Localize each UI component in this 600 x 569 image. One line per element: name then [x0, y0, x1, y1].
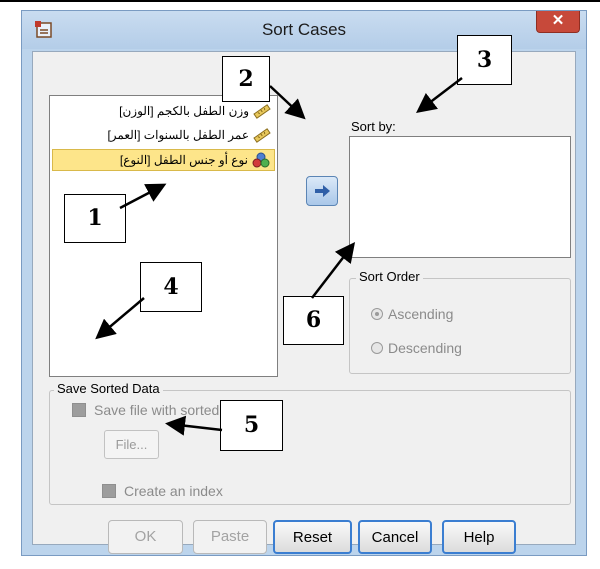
ok-button[interactable]: OK	[108, 520, 183, 554]
variable-label: وزن الطفل بالكجم [الوزن]	[119, 104, 249, 118]
annotation-3: 3	[457, 35, 512, 85]
top-border-line	[0, 0, 600, 2]
sort-order-group	[349, 278, 571, 374]
radio-indicator	[371, 308, 383, 320]
close-button[interactable]: ✕	[536, 11, 580, 33]
ascending-radio[interactable]: Ascending	[371, 306, 453, 322]
variable-item-gender[interactable]: نوع أو جنس الطفل [النوع]	[52, 149, 275, 171]
move-to-sort-by-button[interactable]	[306, 176, 338, 206]
variable-item-age[interactable]: عمر الطفل بالسنوات [العمر]	[52, 124, 275, 146]
cancel-button[interactable]: Cancel	[358, 520, 432, 554]
sort-order-label: Sort Order	[356, 269, 423, 284]
nominal-icon	[252, 152, 270, 168]
variable-label: نوع أو جنس الطفل [النوع]	[119, 153, 248, 167]
ruler-icon	[253, 128, 271, 143]
sort-by-label: Sort by:	[351, 119, 396, 134]
sort-by-list[interactable]	[349, 136, 571, 258]
variable-label: عمر الطفل بالسنوات [العمر]	[107, 128, 249, 142]
create-index-checkbox[interactable]: Create an index	[102, 483, 223, 499]
help-button[interactable]: Help	[442, 520, 516, 554]
annotation-5: 5	[220, 400, 283, 451]
reset-button[interactable]: Reset	[273, 520, 352, 554]
descending-label: Descending	[388, 340, 462, 356]
annotation-2: 2	[222, 56, 270, 102]
checkbox-indicator	[102, 484, 116, 498]
right-arrow-icon	[315, 185, 330, 197]
radio-indicator	[371, 342, 383, 354]
close-icon: ✕	[551, 12, 565, 29]
checkbox-indicator	[72, 403, 86, 417]
save-sorted-data-label: Save Sorted Data	[54, 381, 163, 396]
annotation-6: 6	[283, 296, 344, 345]
annotation-1: 1	[64, 194, 126, 243]
ruler-icon	[253, 104, 271, 119]
descending-radio[interactable]: Descending	[371, 340, 462, 356]
create-index-label: Create an index	[124, 483, 223, 499]
annotation-4: 4	[140, 262, 202, 312]
file-button[interactable]: File...	[104, 430, 159, 459]
ascending-label: Ascending	[388, 306, 454, 322]
variable-item-weight[interactable]: وزن الطفل بالكجم [الوزن]	[52, 100, 275, 122]
paste-button[interactable]: Paste	[193, 520, 267, 554]
sort-cases-dialog: Sort Cases ✕ وزن الطفل بالكجم [الوزن] عم…	[21, 10, 587, 556]
